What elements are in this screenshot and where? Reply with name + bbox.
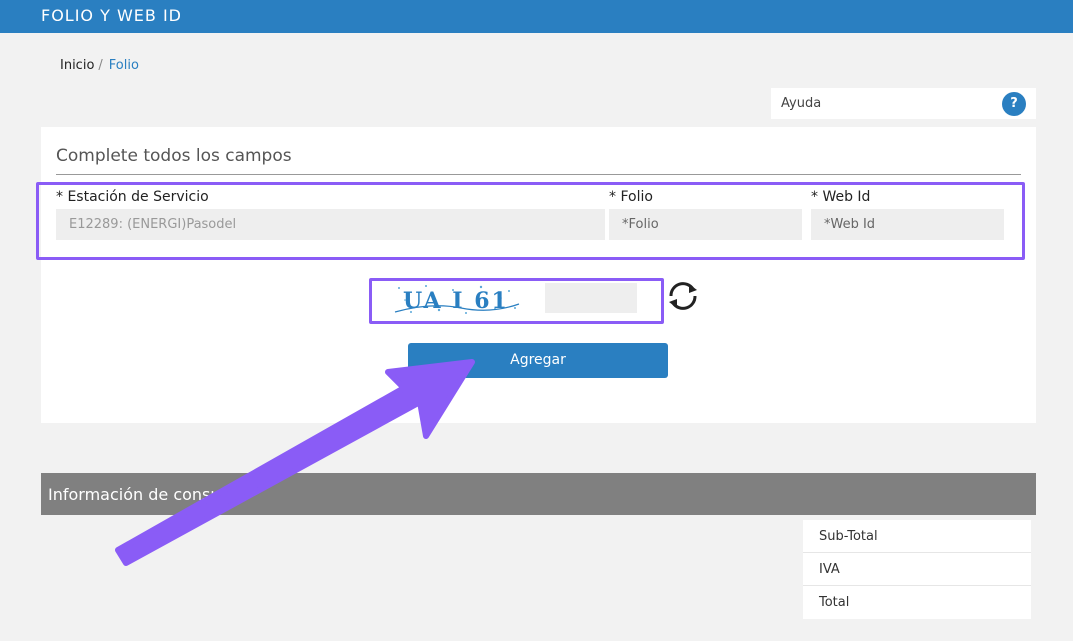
help-question-icon[interactable]: ? xyxy=(1002,92,1026,116)
form-divider xyxy=(56,174,1021,175)
totals-table: Sub-Total IVA Total xyxy=(803,520,1031,619)
help-link[interactable]: Ayuda ? xyxy=(771,88,1036,119)
top-bar: FOLIO Y WEB ID xyxy=(0,0,1073,33)
refresh-captcha-icon[interactable] xyxy=(665,278,701,314)
form-card: Complete todos los campos * Estación de … xyxy=(36,127,1036,423)
iva-row: IVA xyxy=(803,553,1031,586)
subtotal-row: Sub-Total xyxy=(803,520,1031,553)
form-heading: Complete todos los campos xyxy=(56,146,292,166)
fields-highlight-box xyxy=(36,182,1025,260)
consumption-section-header: Información de consum xyxy=(41,473,1036,515)
captcha-highlight-box xyxy=(369,278,664,324)
agregar-button[interactable]: Agregar xyxy=(408,343,668,378)
breadcrumb-separator: / xyxy=(98,58,103,73)
page-header-title: FOLIO Y WEB ID xyxy=(41,6,182,25)
help-label: Ayuda xyxy=(781,96,822,111)
total-row: Total xyxy=(819,595,850,610)
breadcrumb: Inicio / Folio xyxy=(60,58,139,73)
breadcrumb-current: Folio xyxy=(108,58,139,73)
consumption-title: Información de consum xyxy=(48,485,237,504)
breadcrumb-home-link[interactable]: Inicio xyxy=(60,58,94,73)
